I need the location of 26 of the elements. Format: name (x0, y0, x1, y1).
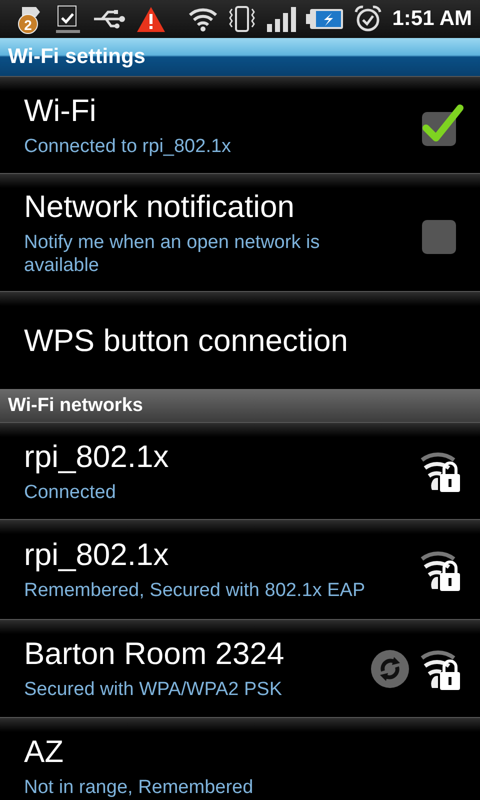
signal-icon (266, 6, 296, 32)
network-row[interactable]: AZ Not in range, Remembered (0, 717, 480, 800)
network-status: Not in range, Remembered (24, 776, 254, 798)
setting-title: Network notification (24, 188, 296, 224)
network-name: rpi_802.1x (24, 537, 170, 573)
warning-icon (136, 5, 166, 33)
usb-icon (92, 7, 126, 31)
notification-count: 2 (18, 14, 38, 34)
battery-charging-icon (306, 6, 344, 32)
network-name: AZ (24, 734, 65, 770)
screen-title: Wi-Fi settings (0, 38, 480, 76)
download-done-icon (54, 4, 82, 34)
network-status: Remembered, Secured with 802.1x EAP (24, 579, 366, 602)
section-header: Wi-Fi networks (0, 389, 480, 422)
setting-title: Wi-Fi (24, 92, 98, 128)
clock-time: 1:51 AM (392, 7, 472, 31)
network-name: Barton Room 2324 (24, 636, 286, 672)
alarm-icon (354, 5, 382, 33)
vibrate-icon (228, 5, 256, 33)
setting-summary: Connected to rpi_802.1x (24, 134, 232, 158)
network-status: Secured with WPA/WPA2 PSK (24, 678, 283, 701)
network-status: Connected (24, 480, 117, 504)
setting-title: WPS button connection (24, 322, 349, 358)
network-name: rpi_802.1x (24, 438, 170, 474)
wifi-icon (188, 6, 218, 32)
setting-summary: Notify me when an open network is available (24, 230, 321, 276)
